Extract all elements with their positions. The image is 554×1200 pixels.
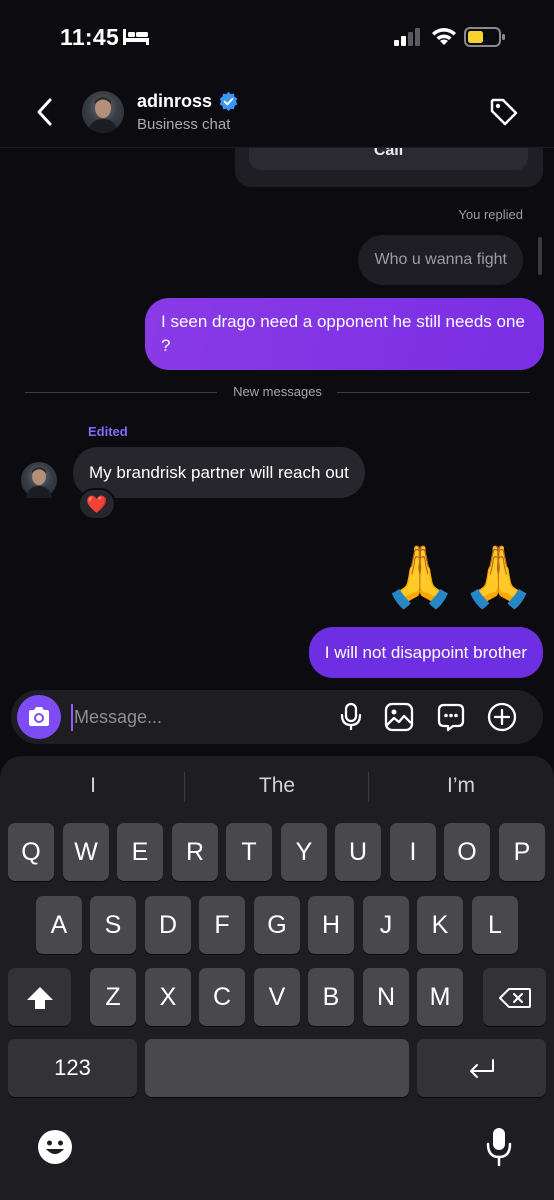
key-f[interactable]: F — [199, 896, 245, 954]
key-c[interactable]: C — [199, 968, 245, 1026]
camera-icon — [29, 707, 49, 726]
edited-label: Edited — [88, 424, 128, 439]
wifi-icon — [432, 28, 456, 45]
cellular-signal-icon — [394, 28, 420, 46]
chat-type-label: Business chat — [137, 116, 231, 133]
backspace-icon — [499, 988, 531, 1008]
key-g[interactable]: G — [254, 896, 300, 954]
key-s[interactable]: S — [90, 896, 136, 954]
message-input[interactable] — [74, 696, 324, 738]
camera-button[interactable] — [17, 695, 61, 739]
shift-key[interactable] — [8, 968, 71, 1026]
keyboard: I The I’m Q W E R T Y U I O P A S D F G … — [0, 756, 554, 1200]
return-key[interactable] — [417, 1039, 546, 1097]
key-e[interactable]: E — [117, 823, 163, 881]
emoji-message[interactable]: 🙏🙏 — [383, 542, 540, 612]
battery-icon — [464, 27, 505, 47]
key-u[interactable]: U — [335, 823, 381, 881]
you-replied-label: You replied — [458, 207, 523, 222]
key-q[interactable]: Q — [8, 823, 54, 881]
sticker-icon[interactable] — [436, 702, 466, 732]
suggestion-2[interactable]: The — [192, 774, 362, 798]
return-icon — [470, 1059, 494, 1078]
key-k[interactable]: K — [417, 896, 463, 954]
key-n[interactable]: N — [363, 968, 409, 1026]
key-h[interactable]: H — [308, 896, 354, 954]
sender-avatar[interactable] — [21, 462, 57, 498]
plus-icon[interactable] — [487, 702, 517, 732]
key-a[interactable]: A — [36, 896, 82, 954]
key-r[interactable]: R — [172, 823, 218, 881]
key-v[interactable]: V — [254, 968, 300, 1026]
key-p[interactable]: P — [499, 823, 545, 881]
contact-username[interactable]: adinross — [137, 91, 212, 112]
avatar-image-icon — [26, 467, 52, 498]
key-y[interactable]: Y — [281, 823, 327, 881]
text-cursor — [71, 704, 73, 731]
delete-key[interactable] — [483, 968, 546, 1026]
dictation-icon[interactable] — [484, 1126, 514, 1168]
microphone-icon[interactable] — [336, 702, 366, 732]
key-t[interactable]: T — [226, 823, 272, 881]
chat-header: adinross Business chat — [0, 78, 554, 148]
emoji-icon[interactable] — [37, 1129, 73, 1165]
sleep-focus-icon — [123, 29, 149, 45]
key-d[interactable]: D — [145, 896, 191, 954]
divider-line — [337, 392, 530, 393]
contact-avatar[interactable] — [82, 91, 124, 133]
key-w[interactable]: W — [63, 823, 109, 881]
key-m[interactable]: M — [417, 968, 463, 1026]
shift-icon — [27, 987, 53, 1009]
new-messages-divider: New messages — [25, 384, 530, 400]
gallery-icon[interactable] — [384, 702, 414, 732]
scroll-indicator — [538, 237, 542, 275]
message-composer — [11, 690, 543, 744]
status-bar: 11:45 — [0, 0, 554, 78]
key-z[interactable]: Z — [90, 968, 136, 1026]
verified-badge-icon — [219, 91, 238, 112]
suggestion-1[interactable]: I — [8, 774, 178, 798]
incoming-message[interactable]: My brandrisk partner will reach out — [73, 447, 365, 498]
suggestion-3[interactable]: I’m — [376, 774, 546, 798]
numbers-key[interactable]: 123 — [8, 1039, 137, 1097]
suggestion-separator — [368, 772, 369, 802]
heart-reaction[interactable]: ❤️ — [78, 488, 116, 520]
suggestion-separator — [184, 772, 185, 802]
tag-icon[interactable] — [488, 96, 520, 128]
outgoing-message[interactable]: I will not disappoint brother — [308, 627, 543, 678]
replied-to-bubble[interactable]: Who u wanna fight — [358, 235, 523, 285]
key-b[interactable]: B — [308, 968, 354, 1026]
space-key[interactable] — [145, 1039, 409, 1097]
key-x[interactable]: X — [145, 968, 191, 1026]
back-icon[interactable] — [30, 95, 60, 129]
outgoing-message[interactable]: I seen drago need a opponent he still ne… — [145, 298, 544, 370]
key-i[interactable]: I — [390, 823, 436, 881]
key-o[interactable]: O — [444, 823, 490, 881]
status-time: 11:45 — [60, 24, 120, 50]
avatar-image-icon — [88, 97, 118, 133]
key-l[interactable]: L — [472, 896, 518, 954]
key-j[interactable]: J — [363, 896, 409, 954]
